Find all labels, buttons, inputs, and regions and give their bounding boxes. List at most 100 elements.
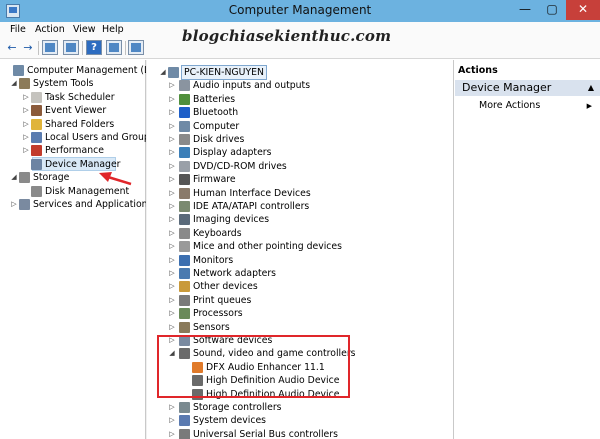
up-folder-icon[interactable] bbox=[42, 40, 58, 55]
device-category[interactable]: ▷ DVD/CD-ROM drives bbox=[168, 160, 447, 173]
expand-arrow-icon[interactable]: ▷ bbox=[168, 106, 176, 119]
forward-arrow-icon[interactable]: → bbox=[21, 40, 35, 56]
device-category[interactable]: ▷ Keyboards bbox=[168, 227, 447, 240]
expand-arrow-icon[interactable]: ▷ bbox=[168, 146, 176, 159]
expand-arrow-icon[interactable]: ▷ bbox=[168, 213, 176, 226]
expand-arrow-icon[interactable]: ▷ bbox=[168, 93, 176, 106]
tree-item-performance[interactable]: ▷ Performance bbox=[22, 144, 146, 157]
expand-arrow-icon[interactable]: ▷ bbox=[10, 198, 18, 211]
device-icon bbox=[179, 268, 190, 279]
expand-arrow-icon[interactable]: ▷ bbox=[168, 160, 176, 173]
actions-header: Actions bbox=[458, 65, 498, 76]
menu-view[interactable]: View bbox=[73, 24, 96, 35]
expand-arrow-icon[interactable]: ◢ bbox=[10, 77, 18, 90]
device-label: Keyboards bbox=[193, 227, 242, 239]
device-category[interactable]: ▷ Bluetooth bbox=[168, 106, 447, 119]
device-icon bbox=[179, 214, 190, 226]
device-category[interactable]: ▷ Sensors bbox=[168, 321, 447, 334]
device-category[interactable]: ▷ Network adapters bbox=[168, 267, 447, 280]
disk-management-icon bbox=[31, 185, 42, 197]
device-icon bbox=[179, 308, 190, 320]
device-category[interactable]: ▷ Computer bbox=[168, 120, 447, 133]
device-category[interactable]: ▷ Batteries bbox=[168, 93, 447, 106]
menu-action[interactable]: Action bbox=[35, 24, 65, 35]
expand-arrow-icon[interactable]: ▷ bbox=[168, 414, 176, 427]
tree-item-system-tools[interactable]: ◢ System Tools bbox=[10, 77, 146, 90]
tree-root-computer[interactable]: ◢ PC-KIEN-NGUYEN bbox=[159, 65, 449, 80]
tree-item-shared-folders[interactable]: ▷ Shared Folders bbox=[22, 118, 146, 131]
device-category[interactable]: ▷ Audio inputs and outputs bbox=[168, 79, 447, 92]
device-category[interactable]: ▷ Print queues bbox=[168, 294, 447, 307]
help-icon[interactable]: ? bbox=[86, 40, 102, 55]
expand-arrow-icon[interactable]: ▷ bbox=[168, 254, 176, 267]
expand-arrow-icon[interactable]: ▷ bbox=[168, 120, 176, 133]
expand-arrow-icon[interactable]: ▷ bbox=[168, 294, 176, 307]
show-hide-tree-icon[interactable] bbox=[63, 40, 79, 55]
device-category[interactable]: ▷ Monitors bbox=[168, 254, 447, 267]
expand-arrow-icon[interactable]: ▷ bbox=[22, 91, 30, 104]
tree-item-local-users-and-groups[interactable]: ▷ Local Users and Groups bbox=[22, 131, 155, 144]
device-category[interactable]: ▷ Firmware bbox=[168, 173, 447, 186]
properties-icon[interactable] bbox=[106, 40, 122, 55]
expand-arrow-icon[interactable]: ▷ bbox=[168, 173, 176, 186]
device-icon bbox=[179, 147, 190, 159]
back-arrow-icon[interactable]: ← bbox=[5, 40, 19, 56]
maximize-button[interactable]: ▢ bbox=[540, 0, 564, 20]
expand-arrow-icon[interactable]: ◢ bbox=[10, 171, 18, 184]
device-category[interactable]: ▷ Processors bbox=[168, 307, 447, 320]
expand-arrow-icon[interactable]: ▷ bbox=[168, 428, 176, 439]
collapse-arrow-icon[interactable]: ◢ bbox=[159, 66, 167, 79]
close-button[interactable]: ✕ bbox=[566, 0, 600, 20]
expand-arrow-icon[interactable]: ▷ bbox=[168, 321, 176, 334]
device-label: Computer bbox=[193, 120, 240, 132]
expand-arrow-icon[interactable]: ▷ bbox=[168, 240, 176, 253]
device-label: Storage controllers bbox=[193, 402, 282, 413]
minimize-button[interactable]: — bbox=[512, 0, 538, 20]
tree-item-disk-management[interactable]: Disk Management bbox=[22, 185, 146, 198]
tree-item-event-viewer[interactable]: ▷ Event Viewer bbox=[22, 104, 146, 117]
actions-device-manager[interactable]: Device Manager ▲ bbox=[455, 80, 600, 96]
computer-icon bbox=[168, 67, 179, 78]
expand-arrow-icon[interactable]: ▷ bbox=[22, 131, 30, 144]
expand-arrow-icon[interactable]: ▷ bbox=[168, 401, 176, 414]
device-category[interactable]: ▷ Disk drives bbox=[168, 133, 447, 146]
device-manager-icon bbox=[31, 158, 42, 170]
services-and-applications-icon bbox=[19, 199, 30, 210]
device-category[interactable]: ▷ Imaging devices bbox=[168, 213, 447, 226]
expand-arrow-icon[interactable]: ▷ bbox=[168, 79, 176, 92]
device-category[interactable]: ▷ Human Interface Devices bbox=[168, 187, 447, 200]
expand-arrow-icon[interactable]: ▷ bbox=[22, 144, 30, 157]
tree-item-task-scheduler[interactable]: ▷ Task Scheduler bbox=[22, 91, 146, 104]
expand-arrow-icon[interactable]: ▷ bbox=[22, 104, 30, 117]
device-category[interactable]: ▷ IDE ATA/ATAPI controllers bbox=[168, 200, 447, 213]
scan-hardware-icon[interactable] bbox=[128, 40, 144, 55]
device-category[interactable]: ▷ System devices bbox=[168, 414, 447, 427]
more-actions-label: More Actions bbox=[479, 100, 541, 111]
expand-arrow-icon[interactable]: ▷ bbox=[168, 187, 176, 200]
device-label: IDE ATA/ATAPI controllers bbox=[193, 201, 310, 212]
tree-item-storage[interactable]: ◢ Storage bbox=[10, 171, 146, 184]
device-category[interactable]: ▷ Universal Serial Bus controllers bbox=[168, 428, 447, 439]
device-category[interactable]: ▷ Mice and other pointing devices bbox=[168, 240, 447, 253]
expand-arrow-icon[interactable]: ▷ bbox=[168, 267, 176, 280]
expand-arrow-icon[interactable]: ▷ bbox=[168, 133, 176, 146]
device-category[interactable]: ▷ Other devices bbox=[168, 280, 447, 293]
tree-item-label: Device Manager bbox=[45, 158, 121, 170]
expand-arrow-icon[interactable]: ▷ bbox=[22, 118, 30, 131]
tree-item-computer-management[interactable]: Computer Management (Local bbox=[4, 64, 168, 77]
title-bar: Computer Management — ▢ ✕ bbox=[0, 0, 600, 22]
expand-arrow-icon[interactable]: ▷ bbox=[168, 307, 176, 320]
expand-arrow-icon[interactable]: ▷ bbox=[168, 227, 176, 240]
more-actions[interactable]: More Actions ▶ bbox=[454, 99, 600, 113]
expand-arrow-icon[interactable]: ▷ bbox=[168, 280, 176, 293]
collapse-caret-icon[interactable]: ▲ bbox=[588, 80, 594, 96]
device-category[interactable]: ▷ Display adapters bbox=[168, 146, 447, 159]
menu-file[interactable]: File bbox=[10, 24, 26, 35]
device-category[interactable]: ▷ Storage controllers bbox=[168, 401, 447, 414]
menu-help[interactable]: Help bbox=[102, 24, 124, 35]
tree-item-services-and-applications[interactable]: ▷ Services and Applications bbox=[10, 198, 152, 211]
expand-arrow-icon[interactable]: ▷ bbox=[168, 200, 176, 213]
device-icon bbox=[179, 428, 190, 439]
tree-item-device-manager[interactable]: Device Manager bbox=[22, 158, 146, 171]
storage-icon bbox=[19, 172, 30, 184]
